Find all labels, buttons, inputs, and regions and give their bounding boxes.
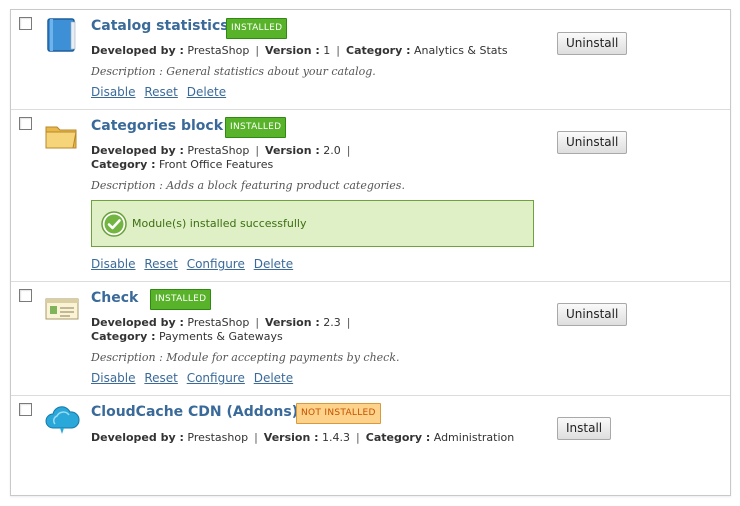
module-meta: Developed by : PrestaShop | Version : 2.0 |… bbox=[91, 144, 357, 172]
separator: | bbox=[356, 431, 360, 444]
separator: | bbox=[254, 431, 258, 444]
module-row-catalog-statistics: Catalog statistics INSTALLED Developed b… bbox=[11, 10, 730, 110]
developer: PrestaShop bbox=[187, 316, 250, 329]
developed-by-label: Developed by : bbox=[91, 144, 184, 157]
blue-book-icon bbox=[47, 18, 76, 52]
developer: PrestaShop bbox=[187, 144, 250, 157]
module-select-checkbox[interactable] bbox=[19, 117, 32, 130]
module-select-checkbox[interactable] bbox=[19, 289, 32, 302]
cloud-icon bbox=[45, 406, 80, 434]
category: Front Office Features bbox=[158, 158, 274, 171]
version-label: Version : bbox=[265, 44, 320, 57]
category: Payments & Gateways bbox=[158, 330, 283, 343]
category: Administration bbox=[433, 431, 515, 444]
category-label: Category : bbox=[365, 431, 431, 444]
category-label: Category : bbox=[91, 330, 156, 343]
reset-link[interactable]: Reset bbox=[144, 257, 178, 271]
folder-icon bbox=[45, 126, 77, 149]
version: 2.3 bbox=[323, 316, 341, 329]
success-message: Module(s) installed successfully bbox=[91, 200, 534, 247]
module-actions: Disable Reset Configure Delete bbox=[91, 371, 298, 385]
reset-link[interactable]: Reset bbox=[144, 371, 178, 385]
separator: | bbox=[346, 144, 351, 157]
version: 1.4.3 bbox=[322, 431, 351, 444]
module-name: Catalog statistics bbox=[91, 18, 229, 34]
category-label: Category : bbox=[346, 44, 411, 57]
version-label: Version : bbox=[265, 316, 320, 329]
installed-badge: INSTALLED bbox=[226, 18, 288, 39]
module-row-categories-block: Categories block INSTALLED Developed by … bbox=[11, 110, 730, 282]
module-description: Description : Module for accepting payme… bbox=[91, 351, 400, 364]
module-description: Description : General statistics about y… bbox=[91, 65, 376, 78]
version-label: Version : bbox=[263, 431, 319, 444]
success-text: Module(s) installed successfully bbox=[132, 217, 307, 230]
uninstall-button[interactable]: Uninstall bbox=[557, 131, 628, 154]
developed-by-label: Developed by : bbox=[91, 316, 184, 329]
uninstall-button[interactable]: Uninstall bbox=[557, 303, 628, 326]
delete-link[interactable]: Delete bbox=[254, 257, 293, 271]
separator: | bbox=[255, 44, 260, 57]
uninstall-button[interactable]: Uninstall bbox=[557, 32, 628, 55]
module-name: Categories block bbox=[91, 118, 224, 134]
module-actions: Disable Reset Delete bbox=[91, 85, 231, 99]
developer: PrestaShop bbox=[187, 44, 250, 57]
configure-link[interactable]: Configure bbox=[187, 257, 245, 271]
module-actions: Disable Reset Configure Delete bbox=[91, 257, 298, 271]
module-meta: Developed by : PrestaShop | Version : 2.3 |… bbox=[91, 316, 357, 344]
installed-badge: INSTALLED bbox=[225, 117, 287, 138]
separator: | bbox=[255, 316, 260, 329]
reset-link[interactable]: Reset bbox=[144, 85, 178, 99]
module-select-checkbox[interactable] bbox=[19, 17, 32, 30]
developer: Prestashop bbox=[187, 431, 249, 444]
module-meta: Developed by : PrestaShop | Version : 1 | Ca… bbox=[91, 44, 508, 58]
module-description: Description : Adds a block featuring pro… bbox=[91, 179, 405, 192]
category-label: Category : bbox=[91, 158, 156, 171]
delete-link[interactable]: Delete bbox=[187, 85, 226, 99]
disable-link[interactable]: Disable bbox=[91, 371, 136, 385]
installed-badge: INSTALLED bbox=[150, 289, 212, 310]
configure-link[interactable]: Configure bbox=[187, 371, 245, 385]
not-installed-badge: NOT INSTALLED bbox=[296, 403, 381, 424]
disable-link[interactable]: Disable bbox=[91, 85, 136, 99]
module-select-checkbox[interactable] bbox=[19, 403, 32, 416]
module-name: Check bbox=[91, 290, 139, 306]
separator: | bbox=[336, 44, 340, 57]
install-button[interactable]: Install bbox=[557, 417, 612, 440]
module-name: CloudCache CDN (Addons) bbox=[91, 404, 299, 420]
check-cheque-icon bbox=[45, 298, 79, 320]
separator: | bbox=[255, 144, 260, 157]
version-label: Version : bbox=[265, 144, 320, 157]
version: 2.0 bbox=[323, 144, 341, 157]
check-circle-icon bbox=[101, 211, 127, 237]
separator: | bbox=[346, 316, 351, 329]
module-row-cloudcache-cdn: CloudCache CDN (Addons) NOT INSTALLED De… bbox=[11, 396, 730, 496]
delete-link[interactable]: Delete bbox=[254, 371, 293, 385]
module-row-check: Check INSTALLED Developed by : PrestaSho… bbox=[11, 282, 730, 396]
developed-by-label: Developed by : bbox=[91, 431, 184, 444]
developed-by-label: Developed by : bbox=[91, 44, 184, 57]
disable-link[interactable]: Disable bbox=[91, 257, 136, 271]
module-meta: Developed by : Prestashop | Version : 1.4.… bbox=[91, 431, 514, 445]
category: Analytics & Stats bbox=[413, 44, 508, 57]
module-list: Catalog statistics INSTALLED Developed b… bbox=[10, 9, 731, 496]
